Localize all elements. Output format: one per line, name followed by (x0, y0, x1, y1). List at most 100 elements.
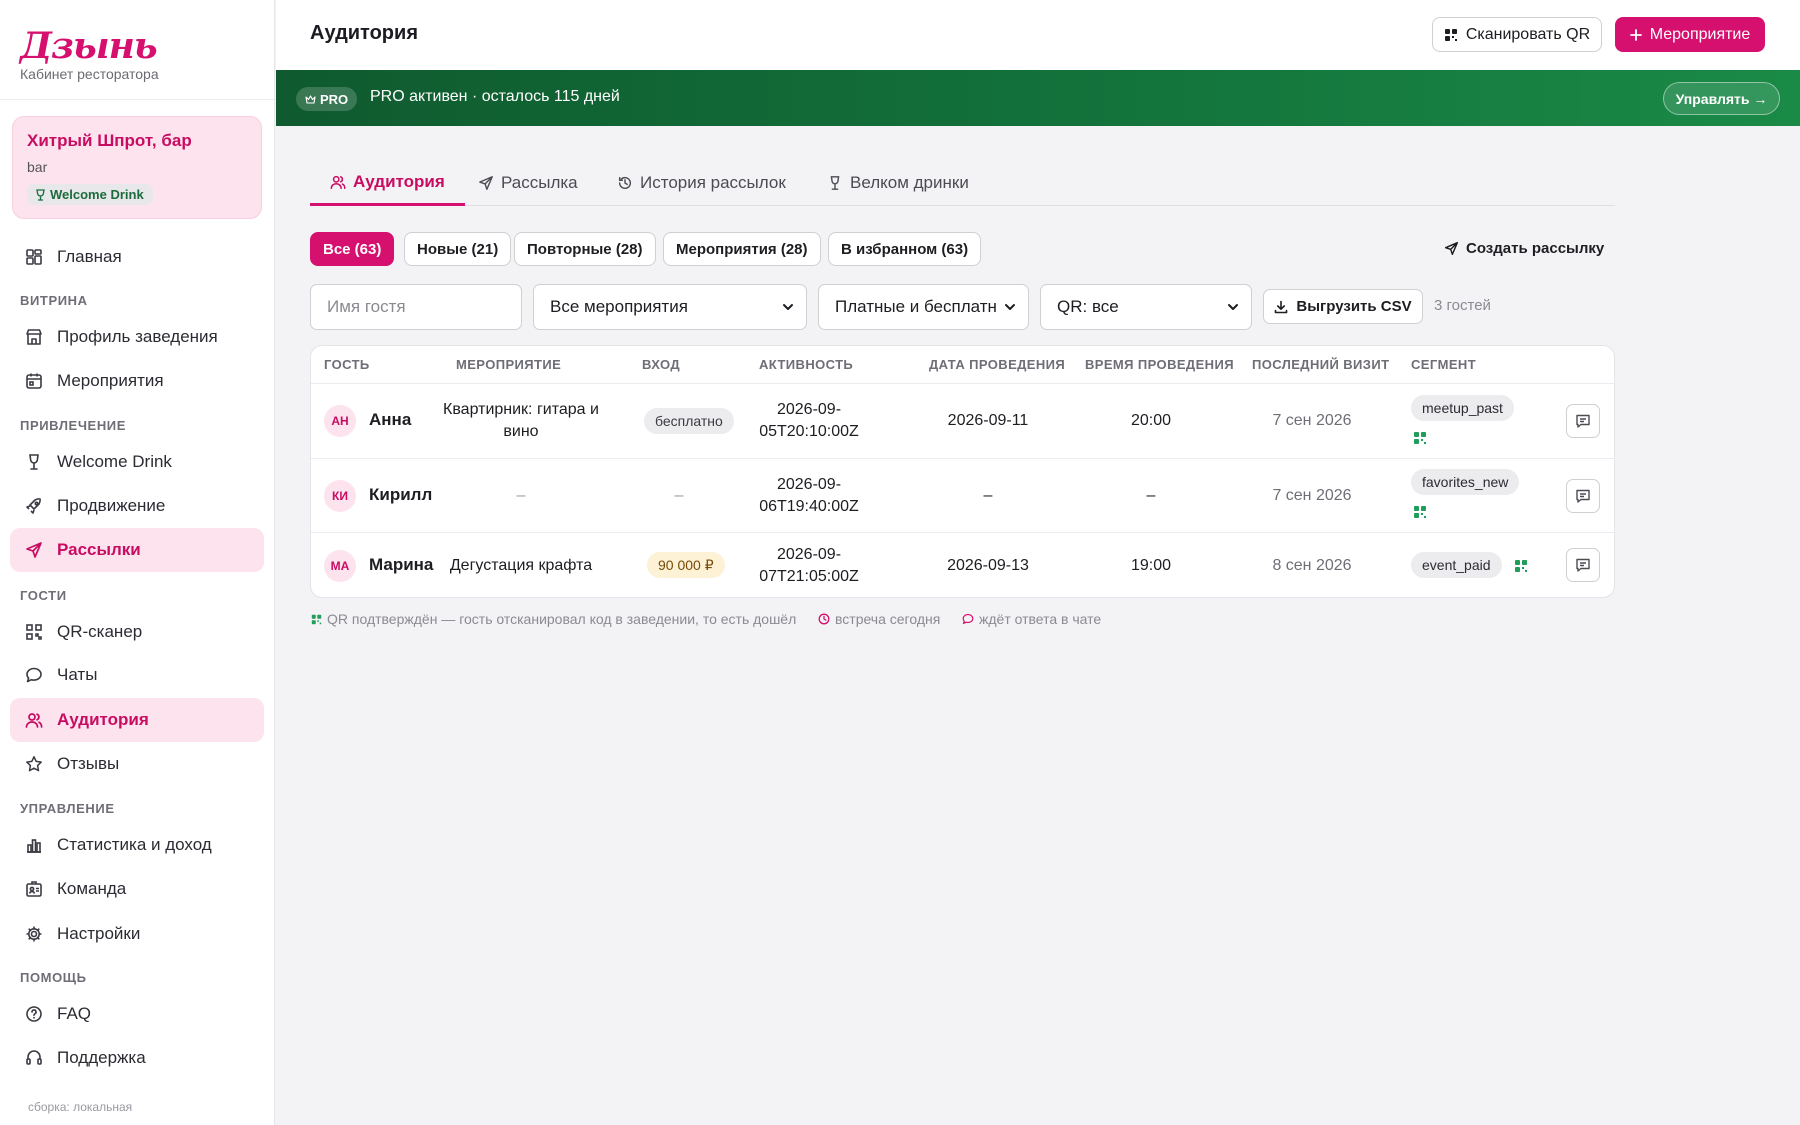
filter-chip-favorites[interactable]: В избранном (63) (828, 232, 982, 266)
chat-bubble-icon (25, 666, 43, 684)
segment-badge: meetup_past (1411, 395, 1514, 421)
brand: Дзынь Кабинет ресторатора (20, 24, 159, 82)
qr-code-icon (25, 623, 43, 641)
paid-select[interactable]: Платные и бесплатн (818, 284, 1029, 330)
wine-glass-icon (25, 453, 43, 471)
guest-name-input[interactable]: Имя гостя (310, 284, 522, 330)
sidebar-item-qr-scanner[interactable]: QR-сканер (10, 610, 264, 654)
column-header-last-visit[interactable]: ПОСЛЕДНИЙ ВИЗИТ (1252, 357, 1389, 372)
open-chat-button[interactable] (1566, 404, 1600, 438)
last-visit-cell: 8 сен 2026 (1272, 557, 1352, 574)
activity-line: 2026-09- (776, 546, 842, 563)
column-header-segment[interactable]: СЕГМЕНТ (1411, 357, 1476, 372)
activity-line: 07T21:05:00Z (759, 568, 859, 585)
sidebar-item-settings[interactable]: Настройки (10, 912, 264, 956)
sidebar-item-mailings[interactable]: Рассылки (10, 528, 264, 572)
entry-cell: – (674, 487, 684, 504)
tab-welcome-drinks[interactable]: Велком дринки (827, 160, 969, 205)
legend-qr-text: QR подтверждён — гость отсканировал код … (327, 611, 797, 627)
pro-badge-label: PRO (320, 91, 349, 107)
sidebar-item-label: Поддержка (57, 1048, 146, 1067)
qr-code-icon (1444, 28, 1458, 42)
tab-audience[interactable]: Аудитория (310, 160, 465, 206)
guest-name[interactable]: Анна (369, 410, 411, 430)
users-icon (25, 711, 43, 729)
events-select[interactable]: Все мероприятия (533, 284, 807, 330)
manage-pro-button[interactable]: Управлять → (1663, 82, 1780, 115)
headset-icon (25, 1049, 43, 1067)
venue-type: bar (27, 159, 48, 175)
message-icon (1575, 413, 1591, 429)
activity-line: 2026-09- (776, 401, 842, 418)
guest-name[interactable]: Кирилл (369, 485, 432, 505)
sidebar-item-reviews[interactable]: Отзывы (10, 742, 264, 786)
avatar: КИ (324, 480, 356, 512)
filter-chip-events[interactable]: Мероприятия (28) (663, 232, 821, 266)
message-icon (1575, 557, 1591, 573)
column-header-time[interactable]: ВРЕМЯ ПРОВЕДЕНИЯ (1085, 357, 1234, 372)
pro-badge: PRO (296, 87, 358, 111)
add-event-button[interactable]: Мероприятие (1615, 17, 1765, 52)
sidebar: Дзынь Кабинет ресторатора Хитрый Шпрот, … (0, 0, 275, 1125)
scan-qr-label: Сканировать QR (1465, 25, 1591, 43)
sidebar-item-chats[interactable]: Чаты (10, 653, 264, 697)
sidebar-item-welcome-drink[interactable]: Welcome Drink (10, 440, 264, 484)
tab-mailing[interactable]: Рассылка (478, 160, 578, 205)
id-card-icon (25, 880, 43, 898)
legend-today-text: встреча сегодня (835, 611, 941, 627)
event-name-line: вино (503, 423, 539, 440)
filter-chip-repeat[interactable]: Повторные (28) (514, 232, 656, 266)
tab-label: История рассылок (640, 172, 786, 192)
column-header-entry[interactable]: ВХОД (642, 357, 680, 372)
qr-code-icon (311, 614, 322, 625)
sidebar-item-label: Отзывы (57, 754, 120, 773)
event-cell: Квартирник: гитара и вино (436, 399, 606, 443)
sidebar-item-label: Статистика и доход (57, 835, 212, 854)
pro-banner: PRO PRO активен · осталось 115 дней Упра… (276, 70, 1800, 126)
column-header-guest[interactable]: ГОСТЬ (324, 357, 370, 372)
column-header-date[interactable]: ДАТА ПРОВЕДЕНИЯ (929, 357, 1065, 372)
table-row[interactable]: АН Анна Квартирник: гитара и вино беспла… (311, 383, 1614, 458)
sidebar-item-team[interactable]: Команда (10, 867, 264, 911)
scan-qr-button[interactable]: Сканировать QR (1432, 17, 1602, 52)
qr-select[interactable]: QR: все (1040, 284, 1252, 330)
table-row[interactable]: КИ Кирилл – – 2026-09- 06T19:40:00Z – – … (311, 458, 1614, 532)
tab-history[interactable]: История рассылок (617, 160, 786, 205)
open-chat-button[interactable] (1566, 548, 1600, 582)
sidebar-item-support[interactable]: Поддержка (10, 1036, 264, 1080)
users-icon (330, 174, 346, 190)
column-header-activity[interactable]: АКТИВНОСТЬ (759, 357, 853, 372)
date-cell: 2026-09-13 (947, 557, 1029, 574)
sidebar-item-home[interactable]: Главная (10, 235, 264, 279)
venue-card[interactable]: Хитрый Шпрот, бар bar Welcome Drink (12, 116, 262, 219)
filter-chip-new[interactable]: Новые (21) (404, 232, 512, 266)
last-visit-cell: 7 сен 2026 (1272, 487, 1352, 504)
sidebar-item-label: Welcome Drink (57, 452, 172, 471)
audience-table: ГОСТЬ МЕРОПРИЯТИЕ ВХОД АКТИВНОСТЬ ДАТА П… (310, 345, 1615, 598)
pro-status-text: PRO активен · осталось 115 дней (370, 88, 620, 105)
column-header-event[interactable]: МЕРОПРИЯТИЕ (456, 357, 561, 372)
sidebar-item-faq[interactable]: FAQ (10, 992, 264, 1036)
sidebar-item-profile[interactable]: Профиль заведения (10, 315, 264, 359)
sidebar-item-promotion[interactable]: Продвижение (10, 484, 264, 528)
create-mailing-label: Создать рассылку (1466, 240, 1605, 257)
guest-name[interactable]: Марина (369, 555, 433, 575)
sidebar-item-stats[interactable]: Статистика и доход (10, 823, 264, 867)
chat-bubble-icon (962, 613, 974, 625)
table-row[interactable]: МА Марина Дегустация крафта 90 000 ₽ 202… (311, 532, 1614, 597)
filter-chip-all[interactable]: Все (63) (310, 232, 395, 266)
sidebar-item-label: Аудитория (57, 710, 149, 729)
create-mailing-button[interactable]: Создать рассылку (1444, 240, 1604, 257)
activity-line: 06T19:40:00Z (759, 498, 859, 515)
message-icon (1575, 488, 1591, 504)
tab-label: Аудитория (353, 171, 445, 191)
sidebar-item-events[interactable]: Мероприятия (10, 359, 264, 403)
export-csv-button[interactable]: Выгрузить CSV (1263, 289, 1423, 324)
sidebar-item-audience[interactable]: Аудитория (10, 698, 264, 742)
open-chat-button[interactable] (1566, 479, 1600, 513)
brand-logo[interactable]: Дзынь (20, 24, 159, 68)
chevron-down-icon (1004, 301, 1016, 313)
activity-cell: 2026-09- 05T20:10:00Z (749, 399, 869, 443)
activity-line: 2026-09- (776, 476, 842, 493)
top-header: Аудитория Сканировать QR Мероприятие (276, 0, 1800, 70)
